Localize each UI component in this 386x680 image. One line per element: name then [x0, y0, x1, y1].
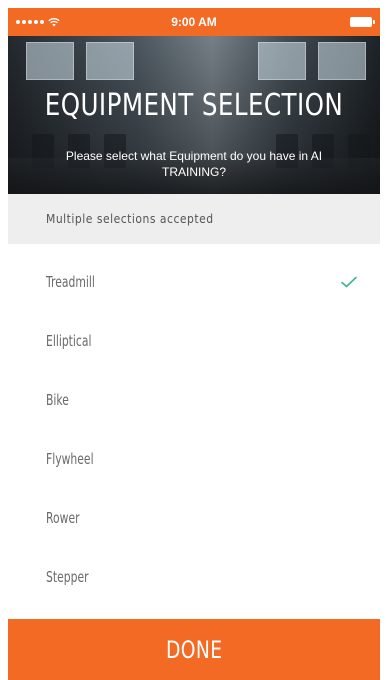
battery-icon	[350, 17, 375, 27]
status-bar: 9:00 AM	[8, 8, 380, 36]
done-label: DONE	[165, 635, 223, 664]
option-rower[interactable]: Rower	[8, 488, 380, 547]
option-label: Rower	[46, 508, 80, 527]
wifi-icon	[48, 18, 60, 27]
page-title: EQUIPMENT SELECTION	[44, 88, 344, 123]
check-icon	[341, 276, 357, 287]
signal-group	[16, 17, 60, 27]
equipment-list: Treadmill Elliptical Bike Flywheel Rower…	[8, 252, 380, 606]
option-label: Treadmill	[46, 272, 95, 291]
page-subtitle: Please select what Equipment do you have…	[65, 149, 323, 179]
option-elliptical[interactable]: Elliptical	[8, 311, 380, 370]
option-label: Bike	[46, 390, 69, 409]
header-banner: EQUIPMENT SELECTION Please select what E…	[8, 36, 380, 194]
signal-dots-icon	[16, 20, 44, 24]
option-label: Elliptical	[46, 331, 92, 350]
option-bike[interactable]: Bike	[8, 370, 380, 429]
option-flywheel[interactable]: Flywheel	[8, 429, 380, 488]
option-stepper[interactable]: Stepper	[8, 547, 380, 606]
option-label: Flywheel	[46, 449, 94, 468]
option-treadmill[interactable]: Treadmill	[8, 252, 380, 311]
status-time: 9:00 AM	[171, 15, 217, 29]
selection-hint: Multiple selections accepted	[8, 194, 380, 244]
done-button[interactable]: DONE	[8, 619, 380, 680]
option-label: Stepper	[46, 567, 89, 586]
